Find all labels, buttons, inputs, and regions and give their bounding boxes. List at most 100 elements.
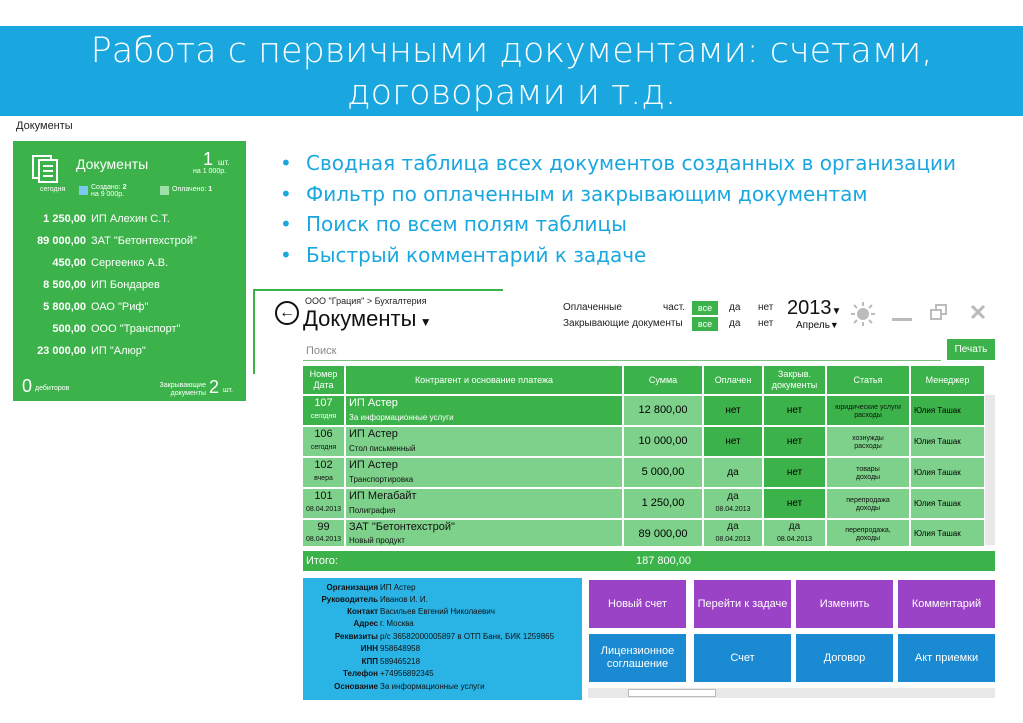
- slide-title: Работа с первичными документами: счетами…: [0, 26, 1023, 116]
- row-closed[interactable]: нет: [764, 427, 825, 456]
- tile-row[interactable]: 23 000,00 ИП "Алюр": [13, 345, 246, 367]
- row-article: доходы: [855, 474, 881, 481]
- detail-row: Адрес г. Москва: [353, 619, 414, 628]
- row-number: 102: [314, 459, 333, 471]
- total-label: Итого:: [306, 555, 338, 567]
- comment-button[interactable]: Комментарий: [898, 580, 995, 628]
- go-to-task-button[interactable]: Перейти к задаче: [694, 580, 791, 628]
- tile-title: Документы: [76, 156, 149, 172]
- invoice-button[interactable]: Счет: [694, 634, 791, 682]
- row-number: 101: [314, 490, 333, 502]
- row-article: юридические услуги: [835, 404, 901, 411]
- detail-row: Основание За информационные услуги: [334, 682, 485, 691]
- row-paid: да: [727, 521, 739, 532]
- row-paid[interactable]: да: [704, 458, 762, 487]
- new-invoice-button[interactable]: Новый счет: [589, 580, 686, 628]
- chevron-down-icon: ▼: [829, 320, 839, 330]
- tile-row[interactable]: 1 250,00 ИП Алехин С.Т.: [13, 213, 246, 235]
- details-panel: Организация ИП Астер Руководитель Иванов И…: [303, 578, 582, 700]
- col-header-number[interactable]: Номер Дата: [303, 366, 344, 394]
- detail-row: Организация ИП Астер: [326, 583, 416, 592]
- page-title[interactable]: Документы ▼: [303, 306, 432, 332]
- row-closed[interactable]: нет: [764, 489, 825, 518]
- acceptance-act-button[interactable]: Акт приемки: [898, 634, 995, 682]
- paid-filter-no[interactable]: нет: [758, 302, 773, 313]
- row-basis: Транспортировка: [349, 475, 414, 484]
- row-closed[interactable]: нет: [764, 458, 825, 487]
- license-agreement-button[interactable]: Лицензионное соглашение: [589, 634, 686, 682]
- row-manager: Юлия Ташак: [911, 489, 984, 518]
- closing-filter-all[interactable]: все: [692, 317, 718, 331]
- tile-row[interactable]: 8 500,00 ИП Бондарев: [13, 279, 246, 301]
- created-stat: Создано: 2 на 9 000р.: [91, 184, 127, 198]
- col-header-closing[interactable]: Закрыв. документы: [764, 366, 825, 394]
- close-icon[interactable]: [971, 305, 985, 319]
- table-scrollbar[interactable]: [985, 395, 995, 545]
- detail-row: Реквизиты р/с 36582000005897 в ОТП Банк, …: [334, 632, 555, 641]
- row-article: расходы: [854, 443, 882, 450]
- row-article: доходы: [855, 535, 881, 542]
- row-sum: 5 000,00: [624, 458, 702, 487]
- paid-stat: Оплачено: 1: [172, 186, 213, 193]
- row-party: ИП Мегабайт: [349, 490, 417, 502]
- bullet: Фильтр по оплаченным и закрывающим докум…: [278, 179, 956, 210]
- row-date: сегодня: [310, 413, 337, 420]
- search-input[interactable]: Поиск: [303, 341, 941, 361]
- row-paid[interactable]: нет: [704, 427, 762, 456]
- total-value: 187 800,00: [636, 555, 692, 567]
- chevron-down-icon: ▼: [416, 315, 432, 329]
- paid-filter-yes[interactable]: да: [729, 302, 740, 313]
- row-closed[interactable]: нет: [764, 396, 825, 425]
- tile-row[interactable]: 5 800,00 ОАО "Риф": [13, 301, 246, 323]
- sun-icon[interactable]: [851, 302, 875, 326]
- row-paid-date: 08.04.2013: [715, 536, 751, 543]
- tile-row[interactable]: 89 000,00 ЗАТ "Бетонтехстрой": [13, 235, 246, 257]
- row-party: ИП Астер: [349, 397, 398, 409]
- row-closed-date: 08.04.2013: [776, 536, 813, 543]
- month-selector[interactable]: Апрель▼: [796, 320, 839, 331]
- row-manager: Юлия Ташак: [911, 396, 984, 425]
- row-article: перепродажа: [846, 497, 890, 504]
- col-header-party[interactable]: Контрагент и основание платежа: [346, 366, 622, 394]
- scroll-thumb[interactable]: [628, 689, 716, 697]
- restore-icon[interactable]: [930, 304, 948, 320]
- created-swatch: [79, 186, 88, 195]
- detail-row: Руководитель Иванов И. И.: [321, 595, 428, 604]
- row-article: перепродажа,: [845, 527, 891, 534]
- col-header-article[interactable]: Статья: [827, 366, 909, 394]
- print-button[interactable]: Печать: [947, 339, 995, 360]
- detail-row: ИНН 958648958: [360, 644, 421, 653]
- back-arrow-icon[interactable]: ←: [275, 301, 299, 325]
- row-manager: Юлия Ташак: [911, 520, 984, 546]
- breadcrumb[interactable]: ООО "Грация" > Бухгалтерия: [305, 296, 427, 306]
- minimize-icon[interactable]: [892, 318, 912, 321]
- row-sum: 1 250,00: [624, 489, 702, 518]
- row-article: доходы: [855, 505, 881, 512]
- row-basis: Стол письменный: [349, 444, 416, 453]
- paid-filter-all[interactable]: все: [692, 301, 718, 315]
- contract-button[interactable]: Договор: [796, 634, 893, 682]
- year-selector[interactable]: 2013▼: [787, 297, 841, 320]
- closing-filter-yes[interactable]: да: [729, 318, 740, 329]
- app-frame-left: [253, 289, 255, 374]
- feature-bullets: Сводная таблица всех документов созданны…: [278, 148, 956, 270]
- tile-row[interactable]: 500,00 ООО "Транспорт": [13, 323, 246, 345]
- closing-filter-no[interactable]: нет: [758, 318, 773, 329]
- col-header-paid[interactable]: Оплачен: [704, 366, 762, 394]
- edit-button[interactable]: Изменить: [796, 580, 893, 628]
- paid-filter-partial[interactable]: част.: [663, 302, 685, 313]
- row-paid-date: 08.04.2013: [715, 506, 751, 513]
- row-paid[interactable]: нет: [704, 396, 762, 425]
- horizontal-scrollbar[interactable]: [588, 688, 995, 698]
- row-paid: да: [727, 491, 739, 502]
- app-frame-top: [253, 289, 503, 291]
- row-manager: Юлия Ташак: [911, 427, 984, 456]
- tile-row[interactable]: 450,00 Сергеенко А.В.: [13, 257, 246, 279]
- documents-tile[interactable]: Документы сегодня 1 шт. на 1 000р. Созда…: [13, 141, 246, 401]
- col-header-manager[interactable]: Менеджер: [911, 366, 984, 394]
- row-sum: 89 000,00: [624, 520, 702, 546]
- row-article: расходы: [854, 412, 882, 419]
- slide-title-line1: Работа с первичными документами: счетами…: [90, 31, 933, 71]
- paid-filter-label: Оплаченные: [563, 302, 622, 313]
- col-header-sum[interactable]: Сумма: [624, 366, 702, 394]
